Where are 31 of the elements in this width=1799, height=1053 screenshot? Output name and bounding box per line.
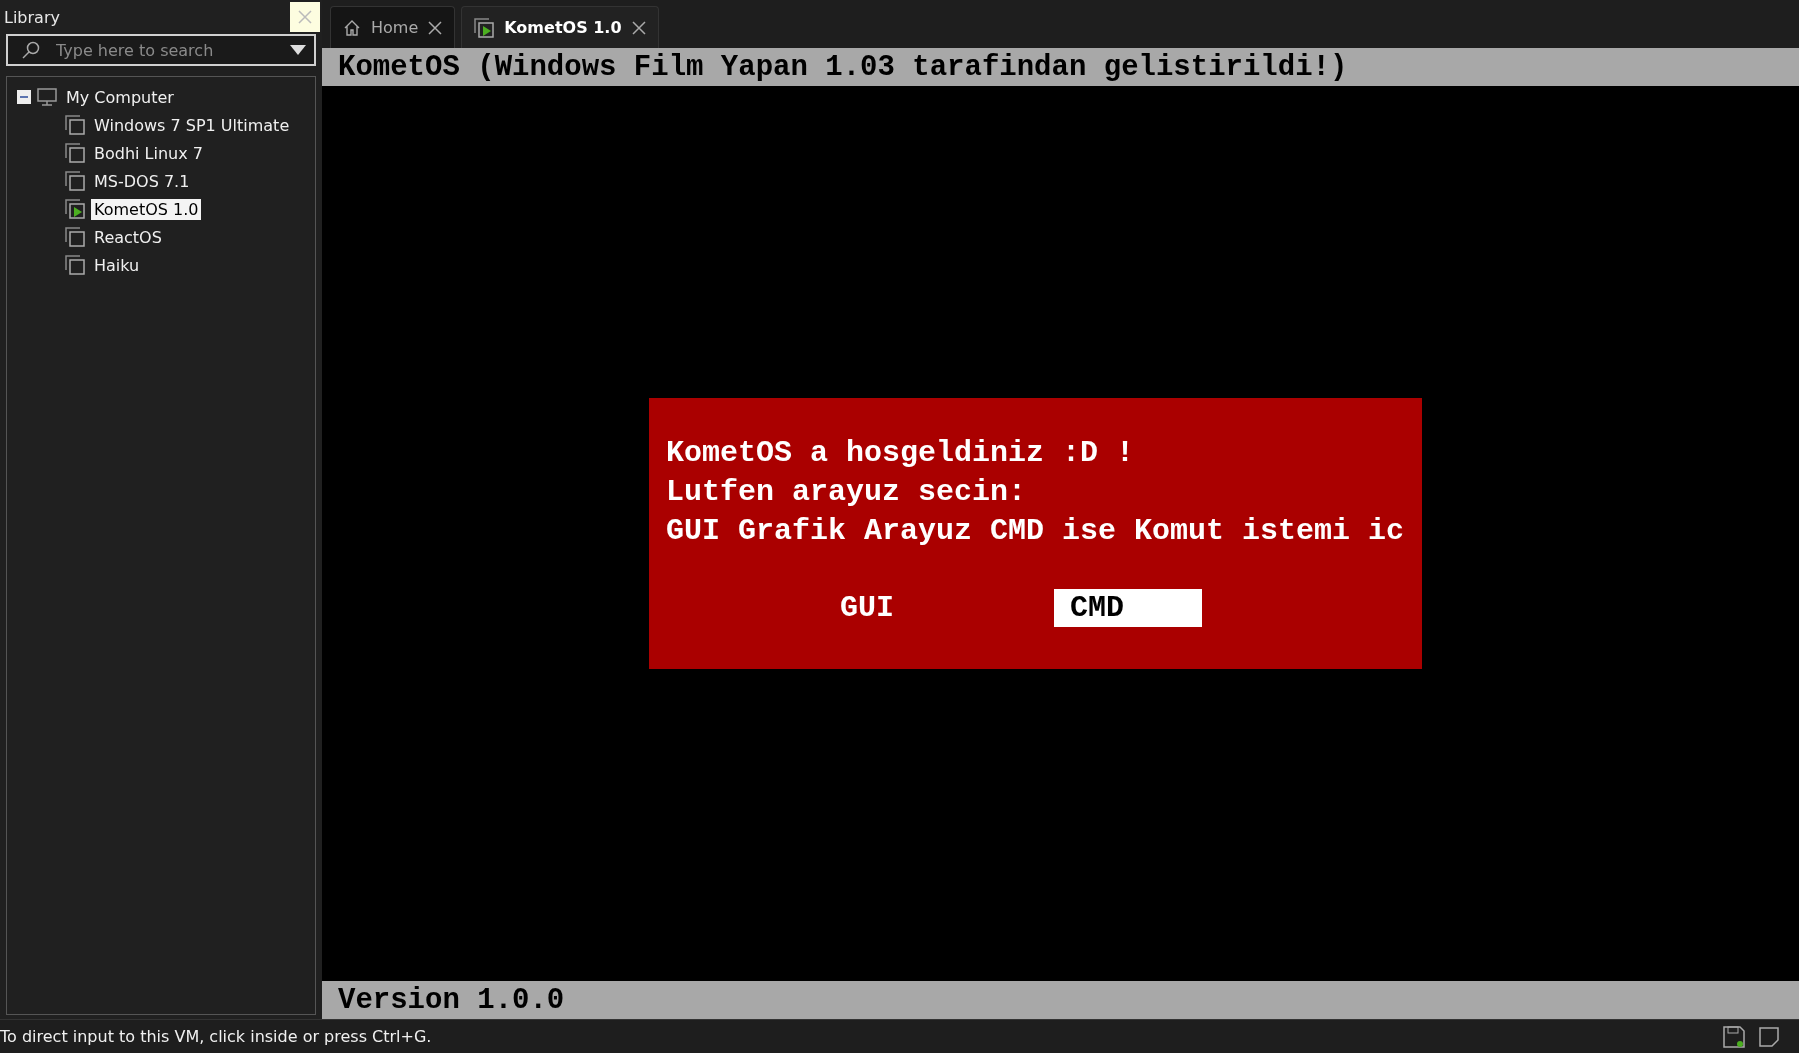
status-message: To direct input to this VM, click inside or press Ctrl+G. (0, 1027, 432, 1046)
footer-bar: Version 1.0.0 (322, 981, 1799, 1019)
search-icon (22, 41, 40, 59)
dialog-text: Lutfen arayuz secin: (666, 474, 1028, 511)
monitor-icon (37, 88, 57, 106)
running-vm-icon (474, 17, 495, 38)
dialog-text: KometOS a hosgeldiniz :D ! (666, 435, 1136, 472)
close-icon[interactable] (428, 20, 443, 35)
tree-item[interactable]: KometOS 1.0 (91, 198, 202, 220)
tree-item[interactable]: ReactOS (91, 226, 165, 248)
close-icon[interactable] (631, 20, 646, 35)
tab[interactable]: KometOS 1.0 (461, 6, 659, 48)
tree-item[interactable]: Bodhi Linux 7 (91, 142, 206, 164)
dropdown-caret-icon[interactable] (290, 45, 306, 55)
vm-screen[interactable]: KometOS (Windows Film Yapan 1.03 tarafindan gelistirildi!) KometOS a hosgeldiniz :D ! Lutfen arayuz secin: GUI Grafik Arayuz CMD ise Komut istemi ic GUI CMD Version 1.0.0 (322, 48, 1799, 1019)
dialog-text: GUI Grafik Arayuz CMD ise Komut istemi ic (666, 513, 1406, 550)
option-button[interactable]: GUI (824, 589, 972, 627)
search-input[interactable]: Type here to search (54, 39, 276, 61)
tab[interactable]: Home (330, 6, 456, 48)
home-icon (343, 18, 361, 37)
library-title: Library (4, 7, 60, 27)
close-icon (298, 10, 312, 24)
search-field[interactable]: Type here to search (6, 34, 316, 66)
tree-item[interactable]: Haiku (91, 254, 143, 276)
note-icon (1759, 1026, 1779, 1047)
tree-item[interactable]: MS-DOS 7.1 (91, 170, 193, 192)
tree-item[interactable]: My Computer (63, 86, 177, 108)
collapse-toggle[interactable] (17, 90, 31, 104)
header-bar: KometOS (Windows Film Yapan 1.03 tarafindan gelistirildi!) (322, 48, 1799, 86)
option-button[interactable]: CMD (1054, 589, 1202, 627)
tree-item[interactable]: Windows 7 SP1 Ultimate (91, 114, 293, 136)
